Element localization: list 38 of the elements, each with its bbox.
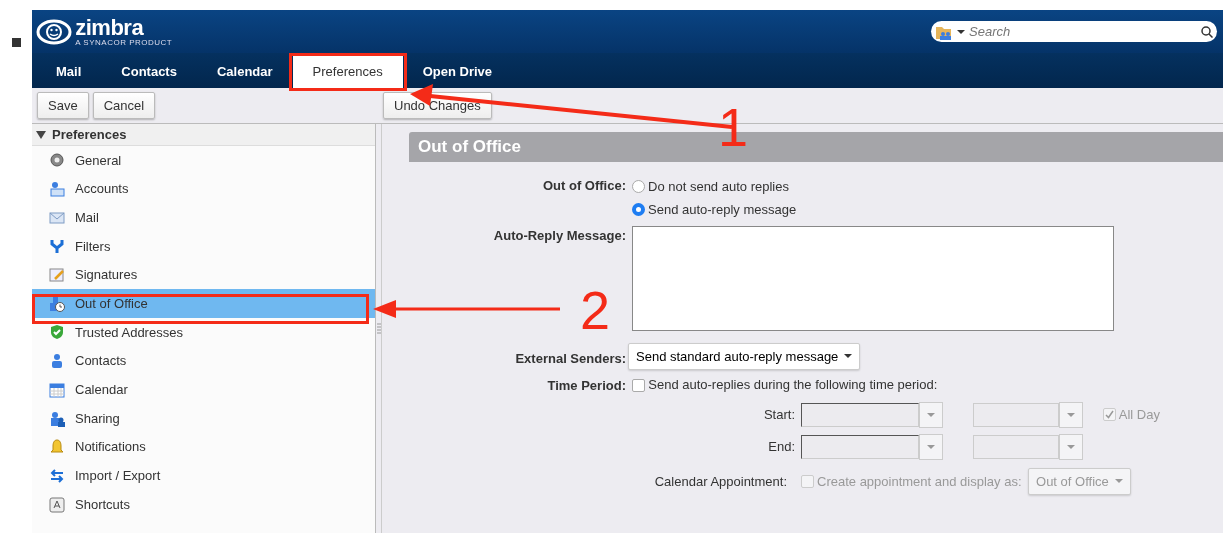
search-bar[interactable]: Search <box>931 21 1217 42</box>
sidebar-item[interactable]: Notifications <box>32 432 375 462</box>
sidebar-item[interactable]: Import / Export <box>32 461 375 491</box>
sidebar-item[interactable]: Accounts <box>32 174 375 204</box>
nav-tab[interactable]: Preferences <box>292 56 403 88</box>
sidebar-item[interactable]: Mail <box>32 203 375 233</box>
logo-tagline: A SYNACOR PRODUCT <box>75 38 173 47</box>
sidebar-item[interactable]: Filters <box>32 232 375 261</box>
field-label: Calendar Appointment: <box>653 472 788 491</box>
nav-tab[interactable]: Mail <box>36 56 102 88</box>
save-button[interactable]: Save <box>37 91 89 120</box>
field-label: Out of Office: <box>541 176 627 195</box>
sidebar-item[interactable]: Contacts <box>32 346 375 376</box>
field-label: Time Period: <box>546 377 627 395</box>
checkbox-label: Send auto-replies during the following time period: <box>648 376 938 395</box>
field-label: External Senders: <box>514 349 627 368</box>
field-label: Start: <box>762 405 796 424</box>
sidebar-item[interactable]: Calendar <box>32 375 375 405</box>
sidebar-item[interactable]: Sharing <box>32 404 375 433</box>
sidebar-item[interactable]: Shortcuts <box>32 490 375 519</box>
sidebar-item[interactable]: Signatures <box>32 260 375 290</box>
cancel-button[interactable]: Cancel <box>92 91 156 120</box>
field-label: End: <box>767 437 796 456</box>
dropdown[interactable]: Send standard auto-reply message <box>628 342 861 370</box>
nav-tab[interactable]: Calendar <box>196 56 293 88</box>
sidebar-item[interactable]: Out of Office <box>32 289 375 319</box>
nav-tab[interactable]: Open Drive <box>402 56 512 88</box>
radio-label: Do not send auto replies <box>648 177 789 196</box>
radio-label: Send auto-reply message <box>648 200 797 219</box>
checkbox-label: Create appointment and display as: <box>817 472 1022 491</box>
logo-text: zimbra <box>75 16 145 39</box>
annotation-number: 2 <box>580 283 611 337</box>
nav-tab[interactable]: Contacts <box>101 56 197 88</box>
sidebar-item[interactable]: Trusted Addresses <box>32 318 375 347</box>
sidebar-item[interactable]: General <box>32 146 375 175</box>
tree-heading: Preferences <box>52 125 127 144</box>
checkbox-label: All Day <box>1118 405 1160 424</box>
field-label: Auto-Reply Message: <box>492 226 627 245</box>
